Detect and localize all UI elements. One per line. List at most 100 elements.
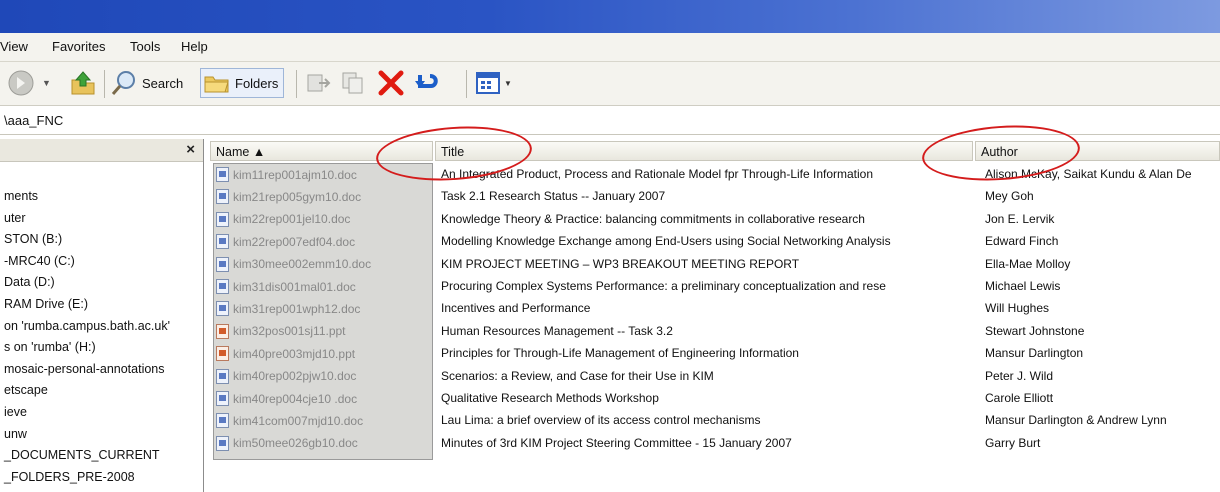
file-author-cell: Carole Elliott	[985, 391, 1054, 405]
menu-tools[interactable]: Tools	[130, 39, 160, 54]
folder-tree-item[interactable]: -MRC40 (C:)	[4, 254, 75, 268]
word-document-icon	[216, 256, 229, 272]
views-button[interactable]: ▼	[474, 68, 512, 98]
folder-tree-item[interactable]: Data (D:)	[4, 275, 55, 289]
copy-to-icon	[342, 72, 363, 94]
file-author-cell: Will Hughes	[985, 301, 1050, 316]
folder-tree-item[interactable]: STON (B:)	[4, 232, 62, 246]
toolbar: ▼ Search Folders ▼	[0, 62, 1220, 106]
folder-tree-item[interactable]: uter	[4, 211, 26, 225]
close-icon[interactable]: ×	[186, 141, 195, 158]
file-row[interactable]: kim11rep001ajm10.doc An Integrated Produc…	[210, 164, 1220, 186]
file-title-cell: Task 2.1 Research Status -- January 2007	[441, 189, 666, 204]
file-name: kim40rep004cje10 .doc	[233, 391, 358, 406]
address-bar[interactable]: \aaa_FNC	[0, 106, 1220, 135]
file-author-cell: Peter J. Wild	[985, 368, 1054, 383]
file-row[interactable]: kim50mee026gb10.doc Minutes of 3rd KIM Pr…	[210, 433, 1220, 455]
folders-button[interactable]: Folders	[200, 68, 285, 98]
menu-bar: View Favorites Tools Help	[0, 33, 1220, 62]
column-header-name[interactable]: Name ▲	[210, 141, 433, 161]
folder-tree-item[interactable]: _FOLDERS_PRE-2008	[4, 470, 135, 484]
undo-button[interactable]	[412, 68, 442, 98]
column-header-author[interactable]: Author	[975, 141, 1220, 161]
word-document-icon	[216, 211, 229, 227]
folder-tree-item[interactable]: unw	[4, 427, 27, 441]
search-icon	[111, 71, 135, 95]
powerpoint-file-icon	[216, 323, 229, 339]
file-title-cell: Knowledge Theory & Practice: balancing c…	[441, 211, 865, 226]
file-row[interactable]: kim32pos001sj11.ppt Human Resources Mana…	[210, 321, 1220, 343]
file-name: kim11rep001ajm10.doc	[233, 167, 357, 182]
move-to-icon	[307, 74, 331, 92]
file-row[interactable]: kim40rep004cje10 .doc Qualitative Researc…	[210, 388, 1220, 410]
file-row[interactable]: kim40rep002pjw10.doc Scenarios: a Review,…	[210, 366, 1220, 388]
folder-tree-item[interactable]: _DOCUMENTS_CURRENT	[4, 448, 160, 462]
file-row[interactable]: kim41com007mjd10.doc Lau Lima: a brief ov…	[210, 410, 1220, 432]
file-name: kim22rep001jel10.doc	[233, 212, 351, 227]
views-dropdown-icon[interactable]: ▼	[504, 79, 512, 88]
menu-view[interactable]: View	[0, 39, 28, 54]
file-author-cell: Edward Finch	[985, 234, 1059, 249]
folder-tree-item[interactable]: mosaic-personal-annotations	[4, 362, 165, 376]
file-name-cell[interactable]: kim32pos001sj11.ppt	[216, 323, 428, 339]
file-name-cell[interactable]: kim40rep002pjw10.doc	[216, 368, 428, 384]
file-author-cell: Jon E. Lervik	[985, 211, 1055, 226]
file-title-cell: Modelling Knowledge Exchange among End-U…	[441, 234, 891, 249]
powerpoint-file-icon	[216, 346, 229, 362]
move-to-button[interactable]	[305, 68, 333, 98]
forward-button[interactable]: ▼	[6, 68, 51, 98]
file-row[interactable]: kim22rep001jel10.doc Knowledge Theory & P…	[210, 209, 1220, 231]
menu-help[interactable]: Help	[181, 39, 208, 54]
file-title-cell: Scenarios: a Review, and Case for their …	[441, 368, 714, 383]
delete-icon	[378, 70, 404, 96]
file-name-cell[interactable]: kim11rep001ajm10.doc	[216, 167, 428, 182]
file-name: kim50mee026gb10.doc	[233, 436, 358, 451]
word-document-icon	[216, 167, 229, 182]
file-name: kim31dis001mal01.doc	[233, 279, 356, 294]
folders-pane: × ments uter STON (B:) -MRC40 (C:) Data (D:)…	[0, 139, 204, 492]
search-button[interactable]: Search	[110, 68, 183, 98]
file-author-cell: Alison McKay, Saikat Kundu & Alan De	[985, 167, 1192, 181]
file-name-cell[interactable]: kim30mee002emm10.doc	[216, 256, 428, 272]
column-header-title[interactable]: Title	[435, 141, 973, 161]
address-path[interactable]: \aaa_FNC	[4, 113, 63, 128]
dropdown-arrow-icon[interactable]: ▼	[42, 78, 51, 88]
copy-to-button[interactable]	[340, 68, 368, 98]
word-document-icon	[216, 413, 229, 429]
file-name: kim30mee002emm10.doc	[233, 257, 372, 272]
folder-tree-item[interactable]: on 'rumba.campus.bath.ac.uk'	[4, 319, 170, 333]
folders-label: Folders	[235, 75, 279, 91]
word-document-icon	[216, 435, 229, 451]
up-folder-button[interactable]	[68, 68, 98, 98]
folder-tree-item[interactable]: RAM Drive (E:)	[4, 297, 88, 311]
file-name-cell[interactable]: kim41com007mjd10.doc	[216, 413, 428, 429]
folder-tree-item[interactable]: etscape	[4, 383, 48, 397]
folder-tree-item[interactable]: ieve	[4, 405, 27, 419]
file-name-cell[interactable]: kim40pre003mjd10.ppt	[216, 346, 428, 362]
delete-button[interactable]	[376, 68, 406, 98]
folder-tree-item[interactable]: s on 'rumba' (H:)	[4, 340, 96, 354]
word-document-icon	[216, 279, 229, 294]
file-row[interactable]: kim21rep005gym10.doc Task 2.1 Research St…	[210, 186, 1220, 208]
file-name-cell[interactable]: kim31dis001mal01.doc	[216, 279, 428, 294]
file-row[interactable]: kim22rep007edf04.doc Modelling Knowledge …	[210, 231, 1220, 253]
file-name-cell[interactable]: kim22rep007edf04.doc	[216, 234, 428, 250]
file-row[interactable]: kim31dis001mal01.doc Procuring Complex Sy…	[210, 276, 1220, 298]
views-icon	[476, 72, 500, 94]
file-row[interactable]: kim30mee002emm10.doc KIM PROJECT MEETING …	[210, 254, 1220, 276]
file-name-cell[interactable]: kim31rep001wph12.doc	[216, 301, 428, 317]
file-row[interactable]: kim31rep001wph12.doc Incentives and Perfo…	[210, 298, 1220, 320]
word-document-icon	[216, 368, 229, 384]
folder-tree-item[interactable]: ments	[4, 189, 38, 203]
file-title-cell: Incentives and Performance	[441, 301, 591, 316]
file-name-cell[interactable]: kim22rep001jel10.doc	[216, 211, 428, 227]
menu-favorites[interactable]: Favorites	[52, 39, 105, 54]
file-name-cell[interactable]: kim50mee026gb10.doc	[216, 435, 428, 451]
file-name-cell[interactable]: kim40rep004cje10 .doc	[216, 391, 428, 406]
folders-pane-header: ×	[0, 139, 203, 162]
file-row[interactable]: kim40pre003mjd10.ppt Principles for Throu…	[210, 343, 1220, 365]
word-document-icon	[216, 301, 229, 317]
file-name-cell[interactable]: kim21rep005gym10.doc	[216, 189, 428, 205]
file-author-cell: Stewart Johnstone	[985, 323, 1085, 338]
file-name: kim40rep002pjw10.doc	[233, 369, 357, 384]
